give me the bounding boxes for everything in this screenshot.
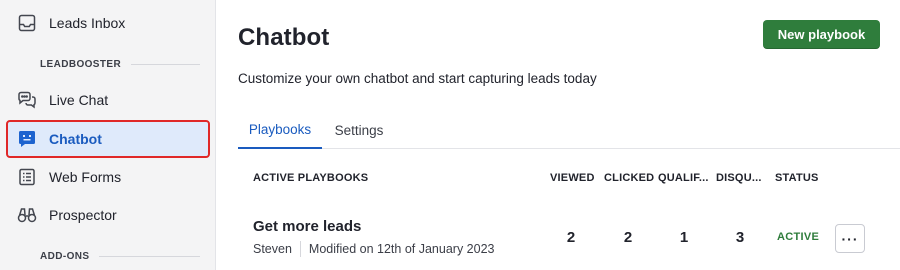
sidebar-item-label: Chatbot (49, 131, 102, 147)
more-actions-button[interactable]: ··· (835, 224, 865, 253)
sidebar-item-chatbot[interactable]: Chatbot (6, 120, 210, 158)
sidebar-item-live-chat[interactable]: Live Chat (8, 83, 208, 117)
viewed-count: 2 (566, 229, 576, 246)
sidebar-item-label: Live Chat (49, 92, 109, 108)
playbook-name[interactable]: Get more leads (253, 218, 361, 235)
section-header-label: ADD-ONS (40, 251, 90, 262)
app-window: Leads Inbox LEADBOOSTER Live Chat Chatbo… (0, 0, 900, 270)
sidebar-item-web-forms[interactable]: Web Forms (8, 160, 208, 194)
page-title: Chatbot (238, 24, 330, 51)
column-header-disqualified[interactable]: DISQU... (716, 172, 762, 184)
form-list-icon (17, 167, 37, 187)
chat-bubbles-icon (17, 90, 37, 110)
new-playbook-button[interactable]: New playbook (763, 20, 880, 49)
sidebar-item-label: Prospector (49, 207, 117, 223)
tab-settings[interactable]: Settings (322, 111, 396, 149)
playbook-owner: Steven (253, 242, 292, 256)
sidebar-item-prospector[interactable]: Prospector (8, 198, 208, 232)
column-header-viewed[interactable]: VIEWED (550, 172, 595, 184)
binoculars-icon (17, 205, 37, 225)
playbook-modified: Modified on 12th of January 2023 (308, 242, 495, 256)
divider (131, 64, 200, 65)
sidebar: Leads Inbox LEADBOOSTER Live Chat Chatbo… (0, 0, 216, 270)
meta-divider (299, 241, 301, 257)
section-header-leadbooster: LEADBOOSTER (40, 59, 200, 70)
sidebar-item-leads-inbox[interactable]: Leads Inbox (8, 6, 208, 40)
inbox-icon (17, 13, 37, 33)
status-badge: ACTIVE (777, 231, 820, 243)
playbook-meta: Steven Modified on 12th of January 2023 (253, 241, 494, 257)
disqualified-count: 3 (735, 229, 745, 246)
sidebar-item-label: Leads Inbox (49, 15, 126, 31)
section-header-add-ons: ADD-ONS (40, 251, 200, 262)
page-subtitle: Customize your own chatbot and start cap… (238, 71, 597, 86)
tab-playbooks[interactable]: Playbooks (238, 111, 322, 149)
main-content: Chatbot New playbook Customize your own … (217, 0, 900, 270)
section-header-label: LEADBOOSTER (40, 59, 122, 70)
tab-bar: Playbooks Settings (238, 111, 900, 149)
chatbot-icon (17, 129, 37, 149)
qualified-count: 1 (679, 229, 689, 246)
sidebar-item-label: Web Forms (49, 169, 122, 185)
clicked-count: 2 (623, 229, 633, 246)
column-header-clicked[interactable]: CLICKED (604, 172, 654, 184)
column-header-status[interactable]: STATUS (775, 172, 819, 184)
column-header-qualified[interactable]: QUALIF... (658, 172, 709, 184)
column-header-active-playbooks[interactable]: ACTIVE PLAYBOOKS (253, 172, 368, 184)
divider (99, 256, 200, 257)
